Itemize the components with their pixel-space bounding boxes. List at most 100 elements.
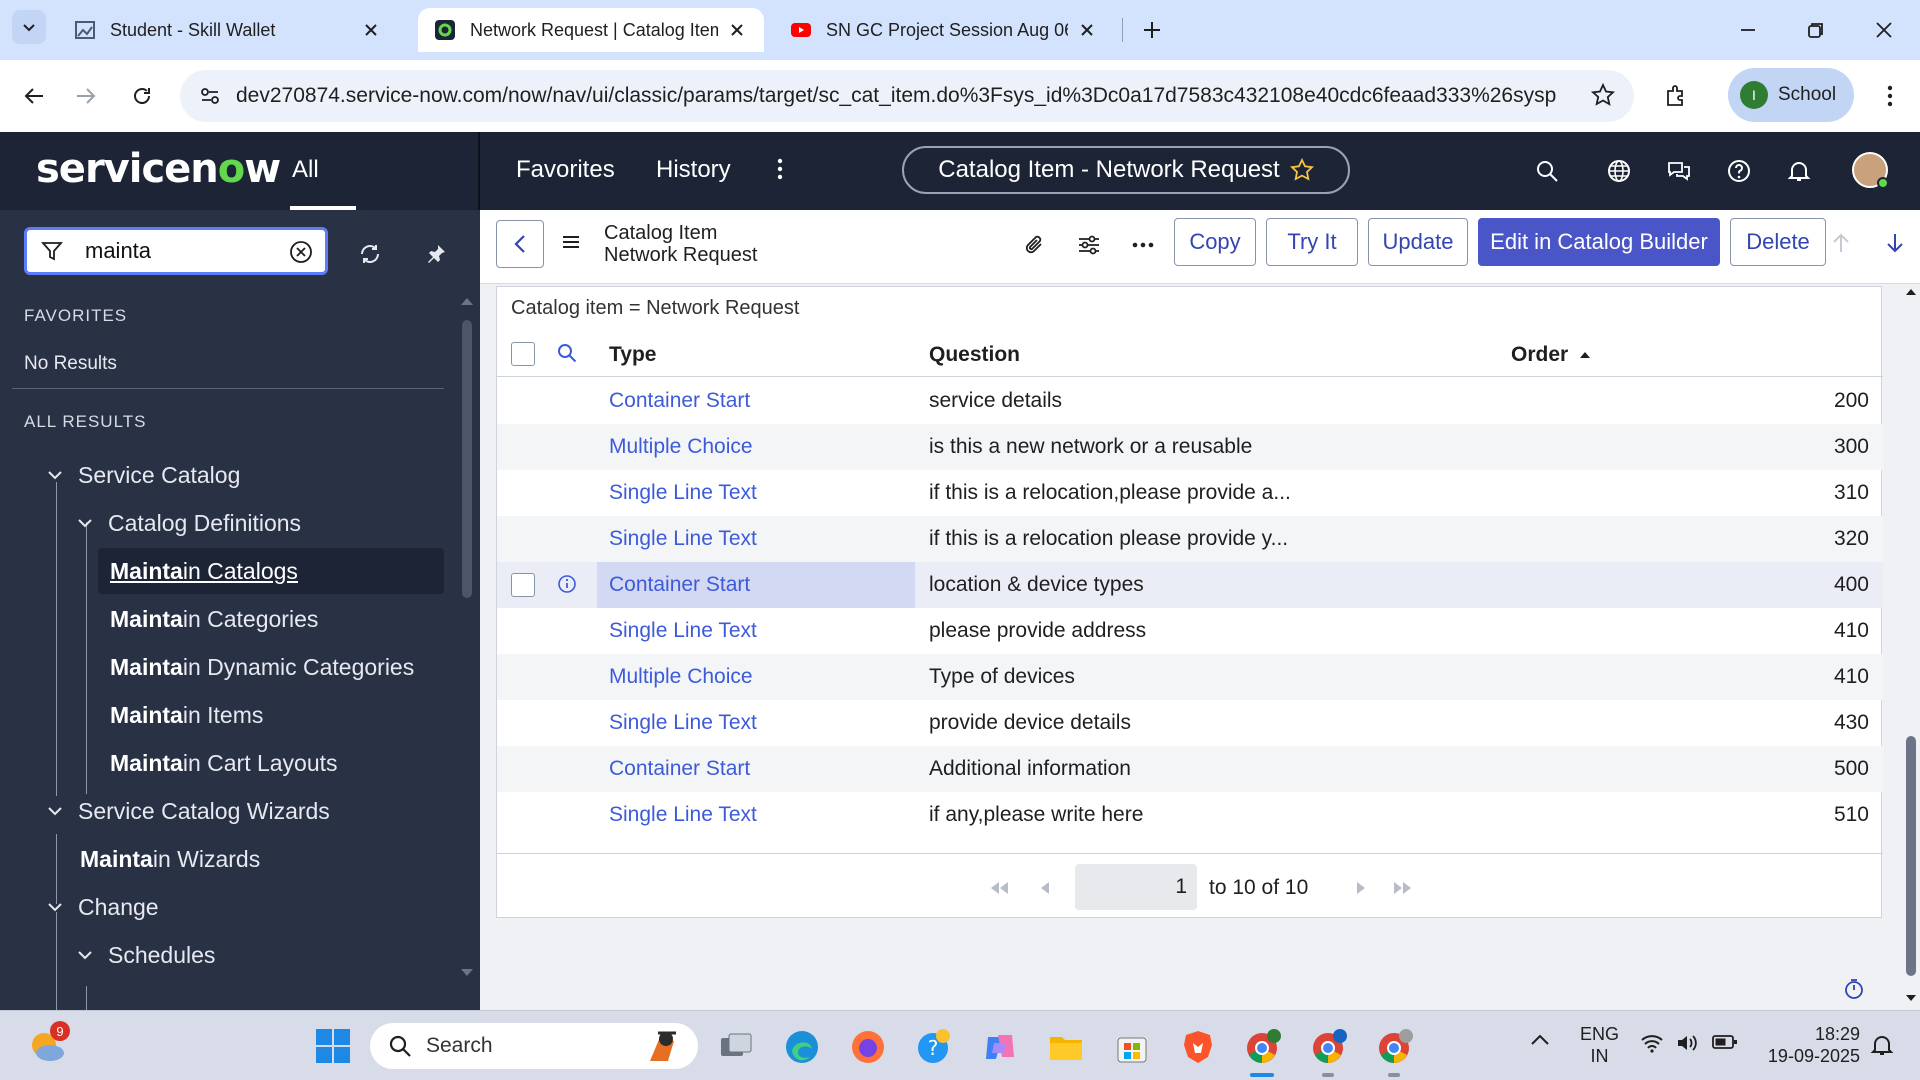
- edge-browser-icon[interactable]: [782, 1027, 822, 1067]
- type-cell-link[interactable]: Single Line Text: [597, 792, 915, 838]
- table-row[interactable]: Single Line Text provide device details …: [497, 700, 1883, 746]
- previous-page-icon[interactable]: [1033, 876, 1057, 900]
- table-row[interactable]: Single Line Text please provide address …: [497, 608, 1883, 654]
- forward-button[interactable]: [66, 76, 106, 116]
- bookmark-star-icon[interactable]: [1590, 82, 1616, 108]
- attachment-paperclip-icon[interactable]: [1020, 230, 1050, 260]
- scroll-down-arrow-icon[interactable]: [1905, 994, 1917, 1002]
- type-cell-link[interactable]: Single Line Text: [597, 470, 915, 516]
- last-page-icon[interactable]: [1391, 876, 1415, 900]
- nav-item-maintain-catalogs[interactable]: Maintain Catalogs: [98, 548, 444, 594]
- table-row-hovered[interactable]: Container Start location & device types …: [497, 562, 1883, 608]
- table-row[interactable]: Single Line Text if this is a relocation…: [497, 516, 1883, 562]
- more-menu-icon[interactable]: [776, 156, 784, 182]
- show-hidden-icons-chevron-icon[interactable]: [1530, 1033, 1550, 1047]
- close-tab-icon[interactable]: [726, 19, 748, 41]
- page-title-pill[interactable]: Catalog Item - Network Request: [902, 146, 1350, 194]
- minimize-button[interactable]: [1726, 10, 1770, 50]
- edit-in-catalog-builder-button[interactable]: Edit in Catalog Builder: [1478, 218, 1720, 266]
- update-button[interactable]: Update: [1368, 218, 1468, 266]
- site-settings-icon[interactable]: [196, 82, 224, 110]
- nav-item-maintain-dynamic-categories[interactable]: Mainta in Dynamic Categories: [110, 652, 414, 682]
- table-row[interactable]: Container Start Additional information 5…: [497, 746, 1883, 792]
- column-header-order[interactable]: Order: [1511, 343, 1568, 367]
- scroll-up-arrow-icon[interactable]: [1905, 288, 1917, 296]
- search-icon[interactable]: [1532, 156, 1562, 186]
- profile-chip[interactable]: I School: [1728, 68, 1854, 122]
- browser-tab-youtube[interactable]: SN GC Project Session Aug 06 2: [774, 8, 1114, 52]
- type-cell-link[interactable]: Single Line Text: [597, 608, 915, 654]
- type-cell-link[interactable]: Multiple Choice: [597, 424, 915, 470]
- nav-item-maintain-wizards[interactable]: Mainta in Wizards: [80, 844, 260, 874]
- new-tab-button[interactable]: [1136, 14, 1168, 46]
- globe-icon[interactable]: [1604, 156, 1634, 186]
- next-record-arrow-icon[interactable]: [1880, 228, 1910, 258]
- table-row[interactable]: Multiple Choice Type of devices 410: [497, 654, 1883, 700]
- pin-icon[interactable]: [422, 240, 450, 268]
- delete-button[interactable]: Delete: [1730, 218, 1826, 266]
- windows-start-icon[interactable]: [314, 1027, 352, 1065]
- file-explorer-icon[interactable]: [1046, 1027, 1086, 1067]
- taskbar-search-box[interactable]: Search: [370, 1023, 698, 1069]
- info-icon[interactable]: [557, 574, 577, 594]
- navigation-filter[interactable]: [24, 227, 328, 275]
- scroll-down-arrow-icon[interactable]: [460, 968, 474, 978]
- input-language-indicator[interactable]: ENG IN: [1580, 1023, 1619, 1067]
- nav-item-service-catalog-wizards[interactable]: Service Catalog Wizards: [46, 796, 330, 826]
- try-it-button[interactable]: Try It: [1266, 218, 1358, 266]
- page-number-input[interactable]: [1075, 864, 1197, 910]
- task-view-icon[interactable]: [716, 1027, 756, 1067]
- servicenow-logo[interactable]: servicenow: [36, 146, 281, 192]
- previous-record-arrow-icon[interactable]: [1826, 228, 1856, 258]
- nav-item-maintain-cart-layouts[interactable]: Mainta in Cart Layouts: [110, 748, 338, 778]
- browser-menu-button[interactable]: [1870, 76, 1910, 116]
- tab-search-button[interactable]: [12, 10, 46, 44]
- select-all-checkbox[interactable]: [511, 342, 535, 366]
- type-cell-link[interactable]: Single Line Text: [597, 700, 915, 746]
- url-text[interactable]: dev270874.service-now.com/now/nav/ui/cla…: [236, 84, 1556, 108]
- main-scrollbar[interactable]: [1902, 284, 1920, 1010]
- type-cell-link[interactable]: Container Start: [597, 746, 915, 792]
- notifications-bell-icon[interactable]: [1784, 156, 1814, 186]
- brave-browser-icon[interactable]: [1178, 1027, 1218, 1067]
- restore-button[interactable]: [1794, 10, 1838, 50]
- scroll-up-arrow-icon[interactable]: [460, 296, 474, 306]
- reload-button[interactable]: [122, 76, 162, 116]
- first-page-icon[interactable]: [987, 876, 1011, 900]
- table-row[interactable]: Multiple Choice is this a new network or…: [497, 424, 1883, 470]
- table-row[interactable]: Single Line Text if any,please write her…: [497, 792, 1883, 838]
- copy-button[interactable]: Copy: [1174, 218, 1256, 266]
- chrome-profile-i-icon[interactable]: [1244, 1027, 1284, 1067]
- refresh-icon[interactable]: [356, 240, 384, 268]
- back-button[interactable]: [14, 76, 54, 116]
- firefox-icon[interactable]: [848, 1027, 888, 1067]
- list-filter-breadcrumb[interactable]: Catalog item = Network Request: [511, 297, 799, 320]
- close-window-button[interactable]: [1862, 10, 1906, 50]
- help-icon[interactable]: [1724, 156, 1754, 186]
- taskbar-clock[interactable]: 18:29 19-09-2025: [1760, 1023, 1860, 1067]
- table-row[interactable]: Container Start service details 200: [497, 378, 1883, 424]
- nav-item-maintain-items[interactable]: Mainta in Items: [110, 700, 263, 730]
- close-tab-icon[interactable]: [360, 19, 382, 41]
- browser-tab-network-request[interactable]: Network Request | Catalog Item: [418, 8, 764, 52]
- battery-icon[interactable]: [1712, 1033, 1738, 1051]
- chat-icon[interactable]: [1664, 156, 1694, 186]
- extensions-button[interactable]: [1656, 76, 1696, 116]
- user-avatar[interactable]: [1852, 152, 1889, 189]
- next-page-icon[interactable]: [1349, 876, 1373, 900]
- copilot-icon[interactable]: [980, 1027, 1020, 1067]
- response-time-icon[interactable]: [1844, 978, 1864, 1000]
- more-options-icon[interactable]: [1128, 230, 1158, 260]
- nav-item-service-catalog[interactable]: Service Catalog: [46, 460, 240, 490]
- favorite-star-icon[interactable]: [1289, 158, 1314, 182]
- type-cell-link[interactable]: Container Start: [597, 378, 915, 424]
- close-tab-icon[interactable]: [1076, 19, 1098, 41]
- column-header-type[interactable]: Type: [609, 343, 656, 367]
- favorites-menu[interactable]: Favorites: [516, 156, 615, 184]
- nav-item-catalog-definitions[interactable]: Catalog Definitions: [76, 508, 301, 538]
- all-menu-tab[interactable]: All: [292, 156, 319, 184]
- wifi-icon[interactable]: [1640, 1033, 1664, 1053]
- get-help-icon[interactable]: ?: [914, 1027, 954, 1067]
- type-cell-link[interactable]: Single Line Text: [597, 516, 915, 562]
- chrome-profile-k-icon[interactable]: [1376, 1027, 1416, 1067]
